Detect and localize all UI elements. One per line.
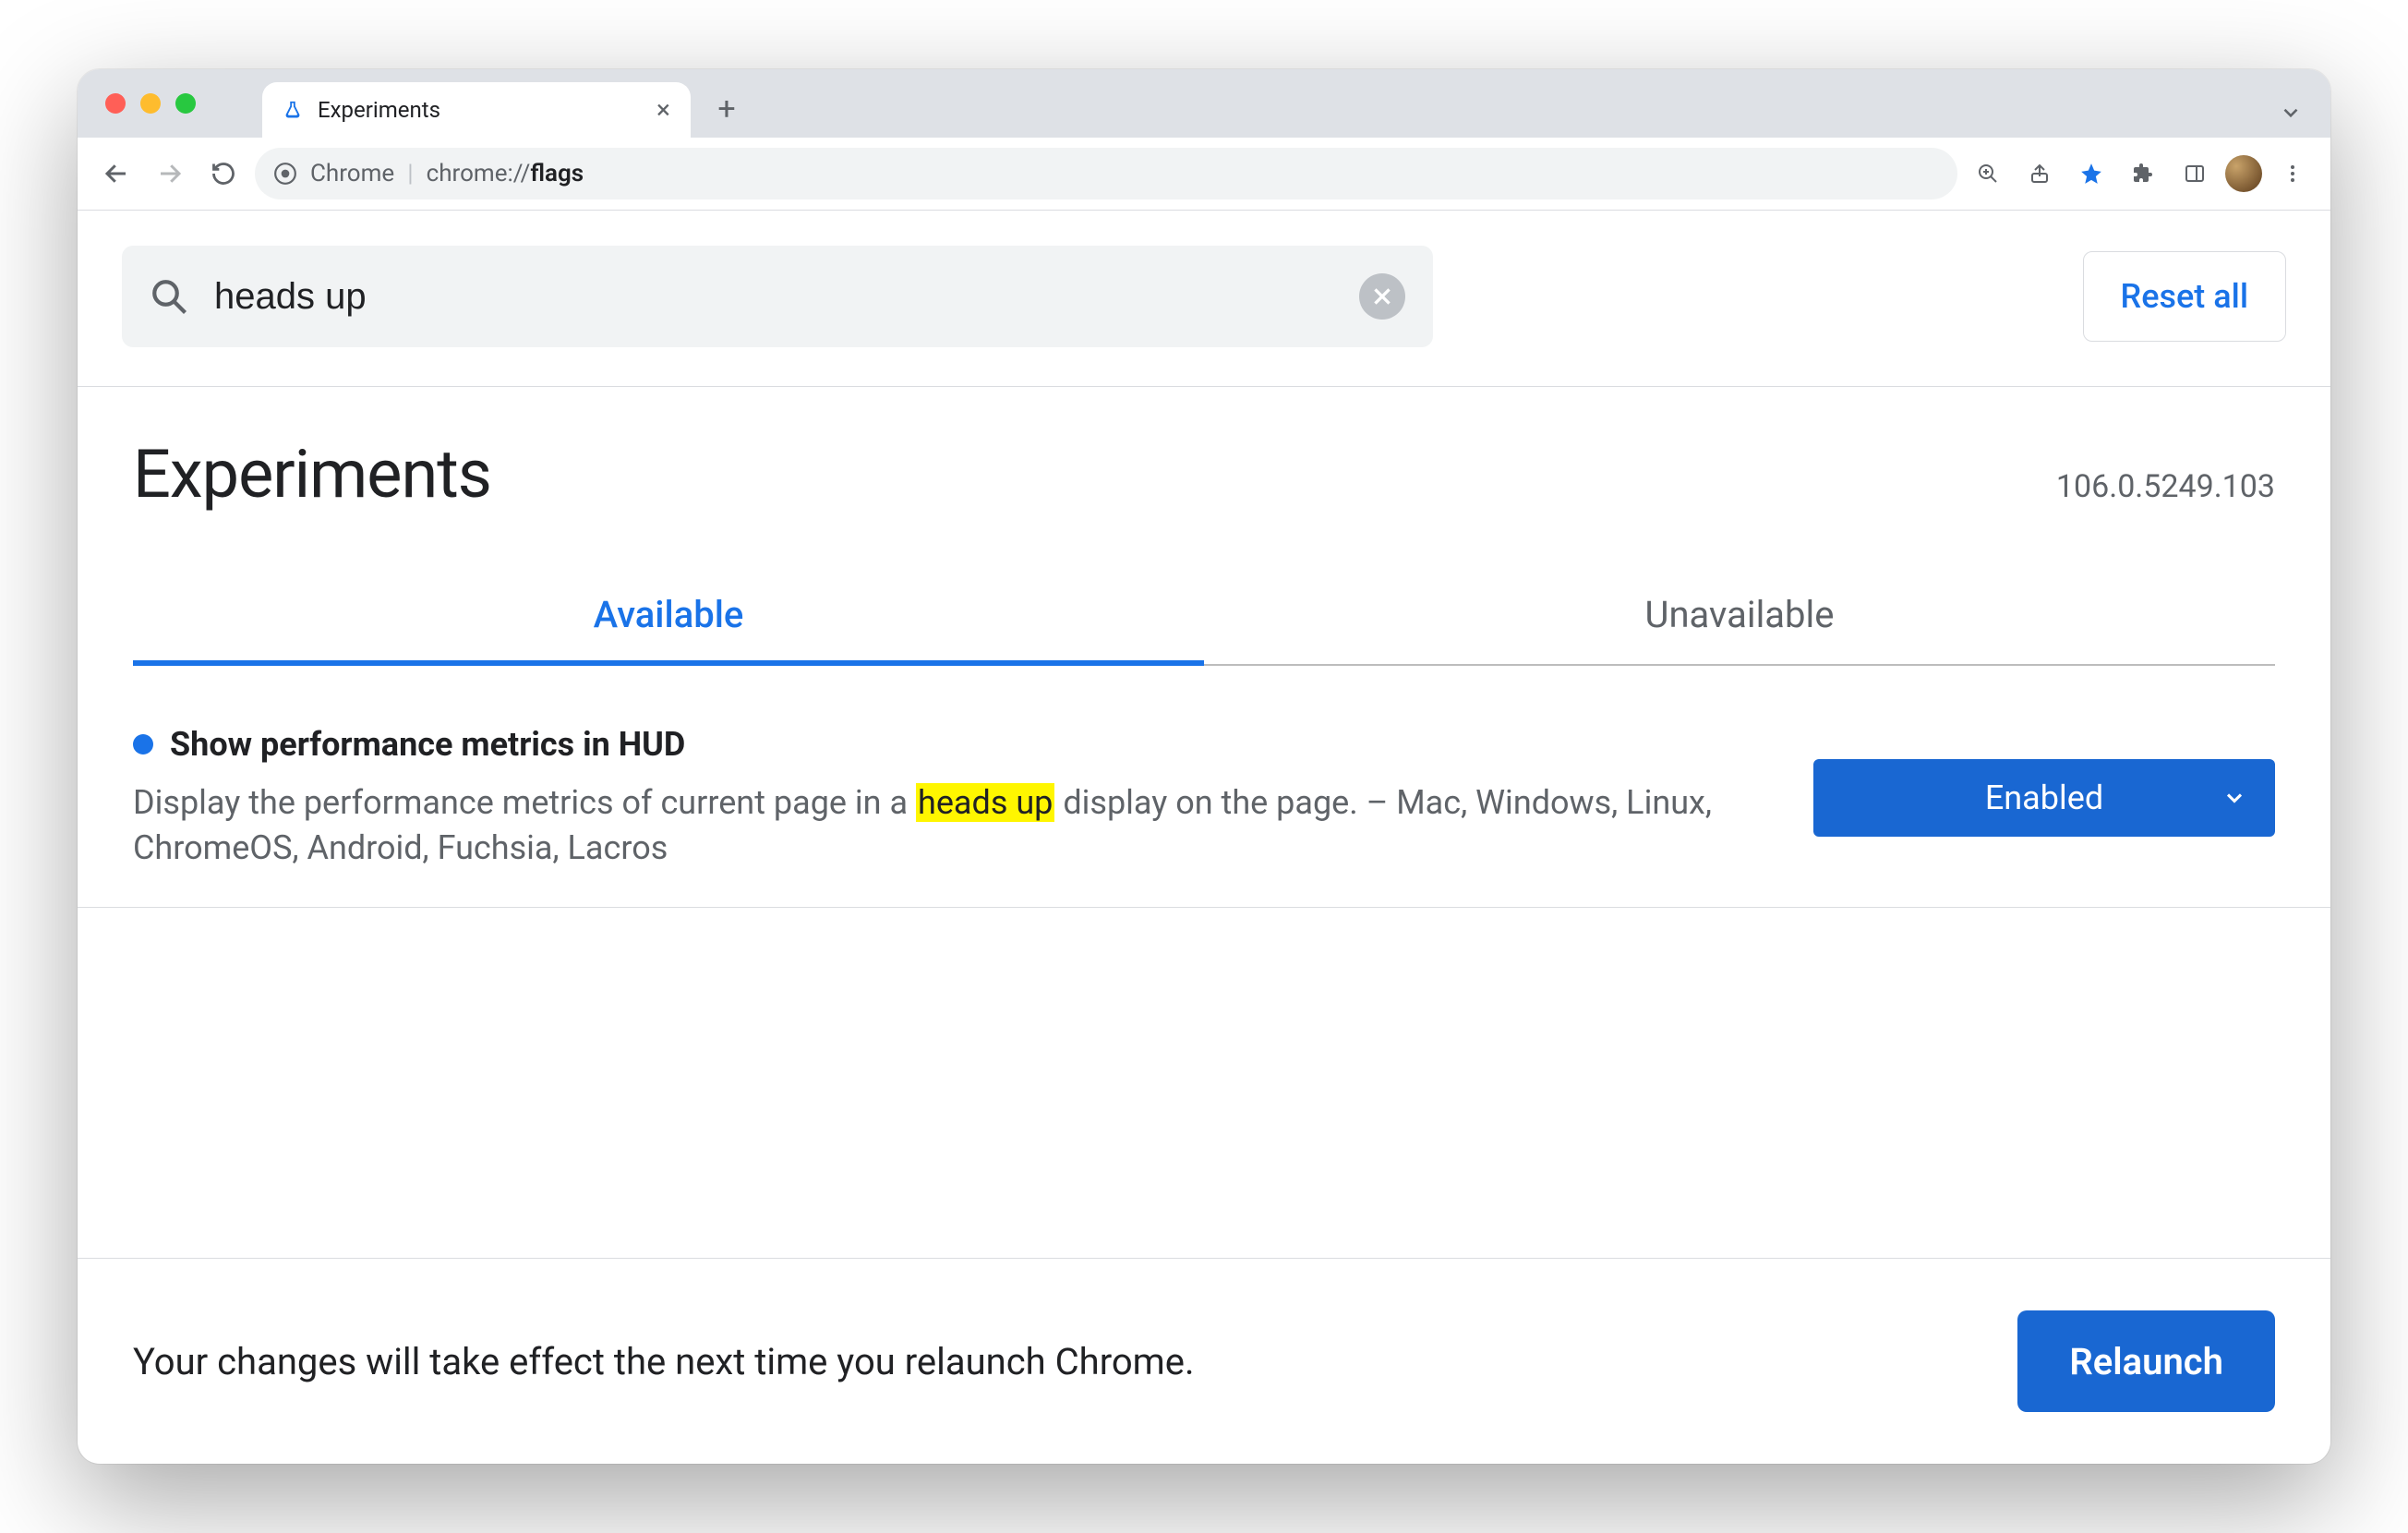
search-icon [150, 277, 188, 316]
reload-button[interactable] [201, 151, 246, 196]
flag-title: Show performance metrics in HUD [133, 725, 1776, 764]
tab-strip: Experiments × + [262, 69, 2330, 138]
relaunch-message: Your changes will take effect the next t… [133, 1340, 1195, 1383]
titlebar: Experiments × + [78, 69, 2330, 138]
new-tab-button[interactable]: + [704, 86, 750, 132]
flask-icon [283, 100, 303, 120]
browser-window: Experiments × + Chrome | chrome://f [78, 69, 2330, 1464]
share-icon[interactable] [2018, 152, 2061, 195]
flag-desc-highlight: heads up [916, 783, 1054, 822]
relaunch-button[interactable]: Relaunch [2017, 1310, 2275, 1412]
window-close-button[interactable] [105, 93, 126, 114]
browser-toolbar: Chrome | chrome://flags [78, 138, 2330, 211]
reset-all-button[interactable]: Reset all [2083, 251, 2286, 342]
url-text: chrome://flags [427, 160, 584, 187]
page-content: Reset all Experiments 106.0.5249.103 Ava… [78, 211, 2330, 1464]
flag-row: Show performance metrics in HUD Display … [78, 666, 2330, 908]
tab-available[interactable]: Available [133, 573, 1204, 666]
flag-info: Show performance metrics in HUD Display … [133, 725, 1776, 870]
profile-avatar[interactable] [2225, 155, 2262, 192]
chevron-down-icon [2221, 785, 2247, 811]
extensions-icon[interactable] [2122, 152, 2164, 195]
url-prefix: chrome:// [427, 160, 531, 187]
page-header: Experiments 106.0.5249.103 [78, 387, 2330, 513]
url-path: flags [530, 160, 584, 187]
side-panel-icon[interactable] [2173, 152, 2216, 195]
window-maximize-button[interactable] [175, 93, 196, 114]
close-tab-icon[interactable]: × [656, 97, 670, 123]
flag-tabs: Available Unavailable [133, 573, 2275, 666]
forward-button[interactable] [148, 151, 192, 196]
chrome-version: 106.0.5249.103 [2056, 468, 2275, 505]
tab-title: Experiments [318, 97, 440, 123]
tab-unavailable[interactable]: Unavailable [1204, 573, 2275, 666]
flag-description: Display the performance metrics of curre… [133, 780, 1776, 870]
page-title: Experiments [133, 435, 491, 513]
flag-state-select[interactable]: Enabled [1813, 759, 2275, 837]
flag-search-input[interactable] [212, 275, 1335, 319]
flag-title-text: Show performance metrics in HUD [170, 725, 685, 764]
origin-label: Chrome [310, 160, 394, 187]
zoom-icon[interactable] [1967, 152, 2009, 195]
window-minimize-button[interactable] [140, 93, 161, 114]
relaunch-footer: Your changes will take effect the next t… [78, 1258, 2330, 1464]
search-row: Reset all [78, 211, 2330, 387]
chrome-icon [273, 162, 297, 186]
clear-search-icon[interactable] [1359, 273, 1405, 320]
flag-state-value: Enabled [1985, 779, 2103, 817]
back-button[interactable] [94, 151, 138, 196]
address-bar[interactable]: Chrome | chrome://flags [255, 148, 1957, 199]
flag-search-box[interactable] [122, 246, 1433, 347]
browser-tab[interactable]: Experiments × [262, 82, 691, 138]
flag-desc-before: Display the performance metrics of curre… [133, 783, 916, 822]
window-controls [105, 93, 196, 114]
separator-icon: | [407, 160, 413, 187]
tab-overflow-icon[interactable] [2279, 101, 2303, 125]
bookmark-star-icon[interactable] [2070, 152, 2113, 195]
kebab-menu-icon[interactable] [2271, 152, 2314, 195]
status-dot-icon [133, 734, 153, 754]
